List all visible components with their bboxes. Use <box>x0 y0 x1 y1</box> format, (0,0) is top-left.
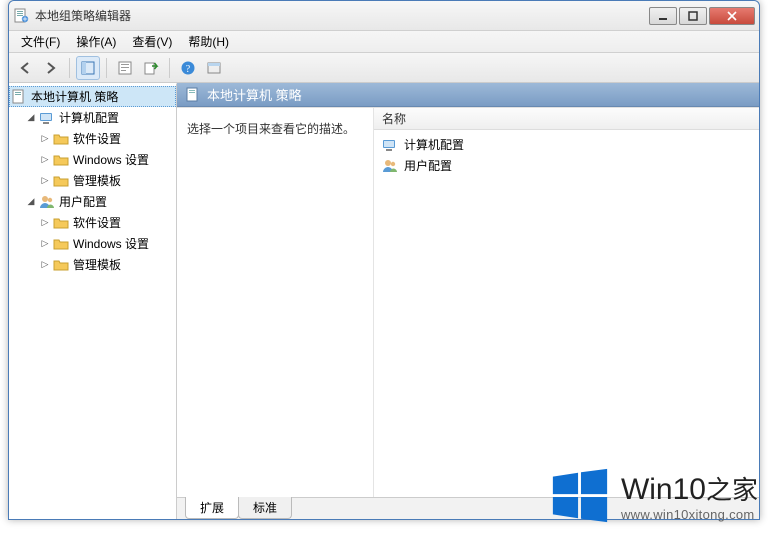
tree-label: 软件设置 <box>73 130 121 147</box>
detail-body: 选择一个项目来查看它的描述。 名称 计算机配置 用户配置 <box>177 107 759 497</box>
tree-user-config[interactable]: ◢ 用户配置 <box>23 191 176 212</box>
list-item-label: 计算机配置 <box>404 136 464 153</box>
list-item[interactable]: 计算机配置 <box>374 134 759 155</box>
watermark-url: www.win10xitong.com <box>621 507 758 522</box>
tree-label: 软件设置 <box>73 214 121 231</box>
menubar: 文件(F) 操作(A) 查看(V) 帮助(H) <box>9 31 759 53</box>
tree-label: 本地计算机 策略 <box>31 88 118 105</box>
tree-label: 用户配置 <box>59 193 107 210</box>
folder-icon <box>53 131 69 147</box>
tree-computer-config[interactable]: ◢ 计算机配置 <box>23 107 176 128</box>
expand-icon[interactable]: ▷ <box>39 217 51 229</box>
watermark-text: Win10之家 www.win10xitong.com <box>621 470 758 522</box>
content-area: 本地计算机 策略 ◢ 计算机配置 ▷ <box>9 83 759 519</box>
expand-icon[interactable]: ▷ <box>39 238 51 250</box>
forward-button[interactable] <box>39 56 63 80</box>
folder-icon <box>53 236 69 252</box>
titlebar[interactable]: 本地组策略编辑器 <box>9 1 759 31</box>
list-column: 名称 计算机配置 用户配置 <box>373 108 759 497</box>
tree-pane[interactable]: 本地计算机 策略 ◢ 计算机配置 ▷ <box>9 83 177 519</box>
computer-icon <box>382 137 398 153</box>
policy-icon <box>11 89 27 105</box>
collapse-icon[interactable]: ◢ <box>25 112 37 124</box>
app-window: 本地组策略编辑器 文件(F) 操作(A) 查看(V) 帮助(H) ? <box>8 0 760 520</box>
filter-button[interactable] <box>202 56 226 80</box>
tree-label: 管理模板 <box>73 172 121 189</box>
close-button[interactable] <box>709 7 755 25</box>
list-item[interactable]: 用户配置 <box>374 155 759 176</box>
expand-icon[interactable]: ▷ <box>39 133 51 145</box>
show-hide-tree-button[interactable] <box>76 56 100 80</box>
folder-icon <box>53 173 69 189</box>
tree-item-templates[interactable]: ▷ 管理模板 <box>37 170 176 191</box>
toolbar-separator <box>106 58 107 78</box>
computer-icon <box>39 110 55 126</box>
menu-action[interactable]: 操作(A) <box>68 31 124 52</box>
toolbar-separator <box>69 58 70 78</box>
tree-item-templates[interactable]: ▷ 管理模板 <box>37 254 176 275</box>
expand-icon[interactable]: ▷ <box>39 154 51 166</box>
watermark-brand-en: Win10 <box>621 473 706 506</box>
tree-root[interactable]: 本地计算机 策略 <box>9 86 176 107</box>
tree-item-software[interactable]: ▷ 软件设置 <box>37 128 176 149</box>
watermark-brand-zh: 之家 <box>706 476 758 505</box>
menu-help[interactable]: 帮助(H) <box>180 31 237 52</box>
tree-item-windows[interactable]: ▷ Windows 设置 <box>37 149 176 170</box>
detail-header: 本地计算机 策略 <box>177 83 759 107</box>
help-button[interactable]: ? <box>176 56 200 80</box>
tab-standard[interactable]: 标准 <box>238 497 292 519</box>
tree-label: 计算机配置 <box>59 109 119 126</box>
windows-logo-icon <box>549 465 611 527</box>
menu-file[interactable]: 文件(F) <box>13 31 68 52</box>
expand-icon[interactable]: ▷ <box>39 259 51 271</box>
user-icon <box>39 194 55 210</box>
folder-icon <box>53 215 69 231</box>
tree-label: 管理模板 <box>73 256 121 273</box>
detail-pane: 本地计算机 策略 选择一个项目来查看它的描述。 名称 计算机配置 <box>177 83 759 519</box>
watermark: Win10之家 www.win10xitong.com <box>549 465 758 527</box>
tree-item-windows[interactable]: ▷ Windows 设置 <box>37 233 176 254</box>
tree-label: Windows 设置 <box>73 235 149 252</box>
back-button[interactable] <box>13 56 37 80</box>
folder-icon <box>53 152 69 168</box>
collapse-icon[interactable]: ◢ <box>25 196 37 208</box>
export-button[interactable] <box>139 56 163 80</box>
toolbar-separator <box>169 58 170 78</box>
policy-icon <box>185 87 201 103</box>
window-controls <box>649 7 755 25</box>
description-text: 选择一个项目来查看它的描述。 <box>187 120 363 137</box>
window-title: 本地组策略编辑器 <box>35 7 649 24</box>
svg-text:?: ? <box>186 64 191 75</box>
tree-item-software[interactable]: ▷ 软件设置 <box>37 212 176 233</box>
toolbar: ? <box>9 53 759 83</box>
app-icon <box>13 8 29 24</box>
minimize-button[interactable] <box>649 7 677 25</box>
menu-view[interactable]: 查看(V) <box>124 31 180 52</box>
tab-extended[interactable]: 扩展 <box>185 497 239 519</box>
folder-icon <box>53 257 69 273</box>
description-column: 选择一个项目来查看它的描述。 <box>177 108 373 497</box>
maximize-button[interactable] <box>679 7 707 25</box>
column-header-name[interactable]: 名称 <box>374 108 759 130</box>
properties-button[interactable] <box>113 56 137 80</box>
expand-icon[interactable]: ▷ <box>39 175 51 187</box>
detail-title: 本地计算机 策略 <box>207 85 302 104</box>
tree-label: Windows 设置 <box>73 151 149 168</box>
list-item-label: 用户配置 <box>404 157 452 174</box>
user-icon <box>382 158 398 174</box>
